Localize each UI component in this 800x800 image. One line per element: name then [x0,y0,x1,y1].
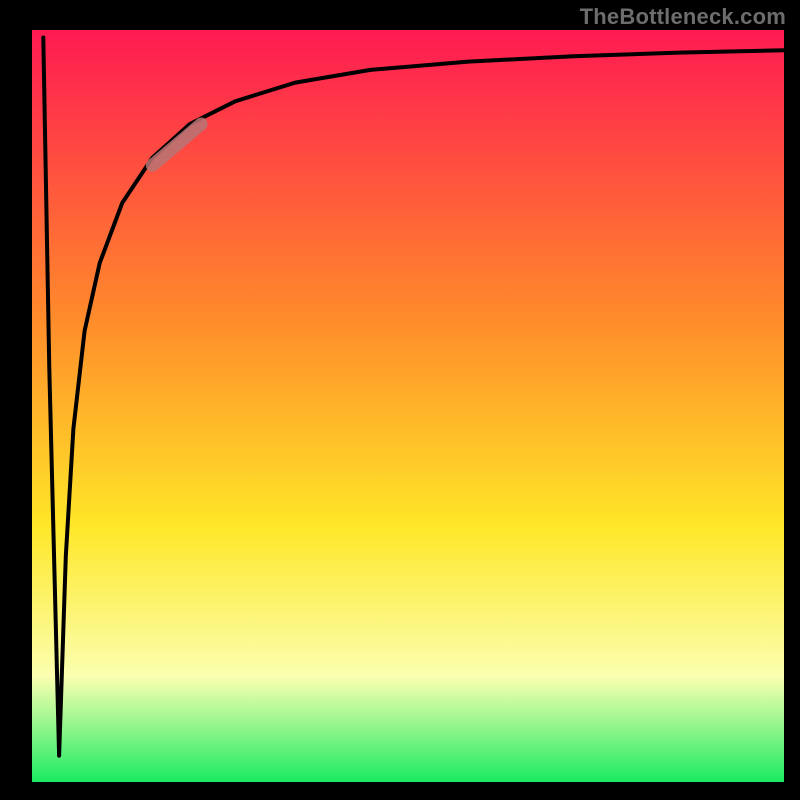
watermark-text: TheBottleneck.com [580,4,786,30]
gradient-plot-area [32,30,784,782]
chart-svg [0,0,800,800]
chart-frame: { "watermark": "TheBottleneck.com", "col… [0,0,800,800]
